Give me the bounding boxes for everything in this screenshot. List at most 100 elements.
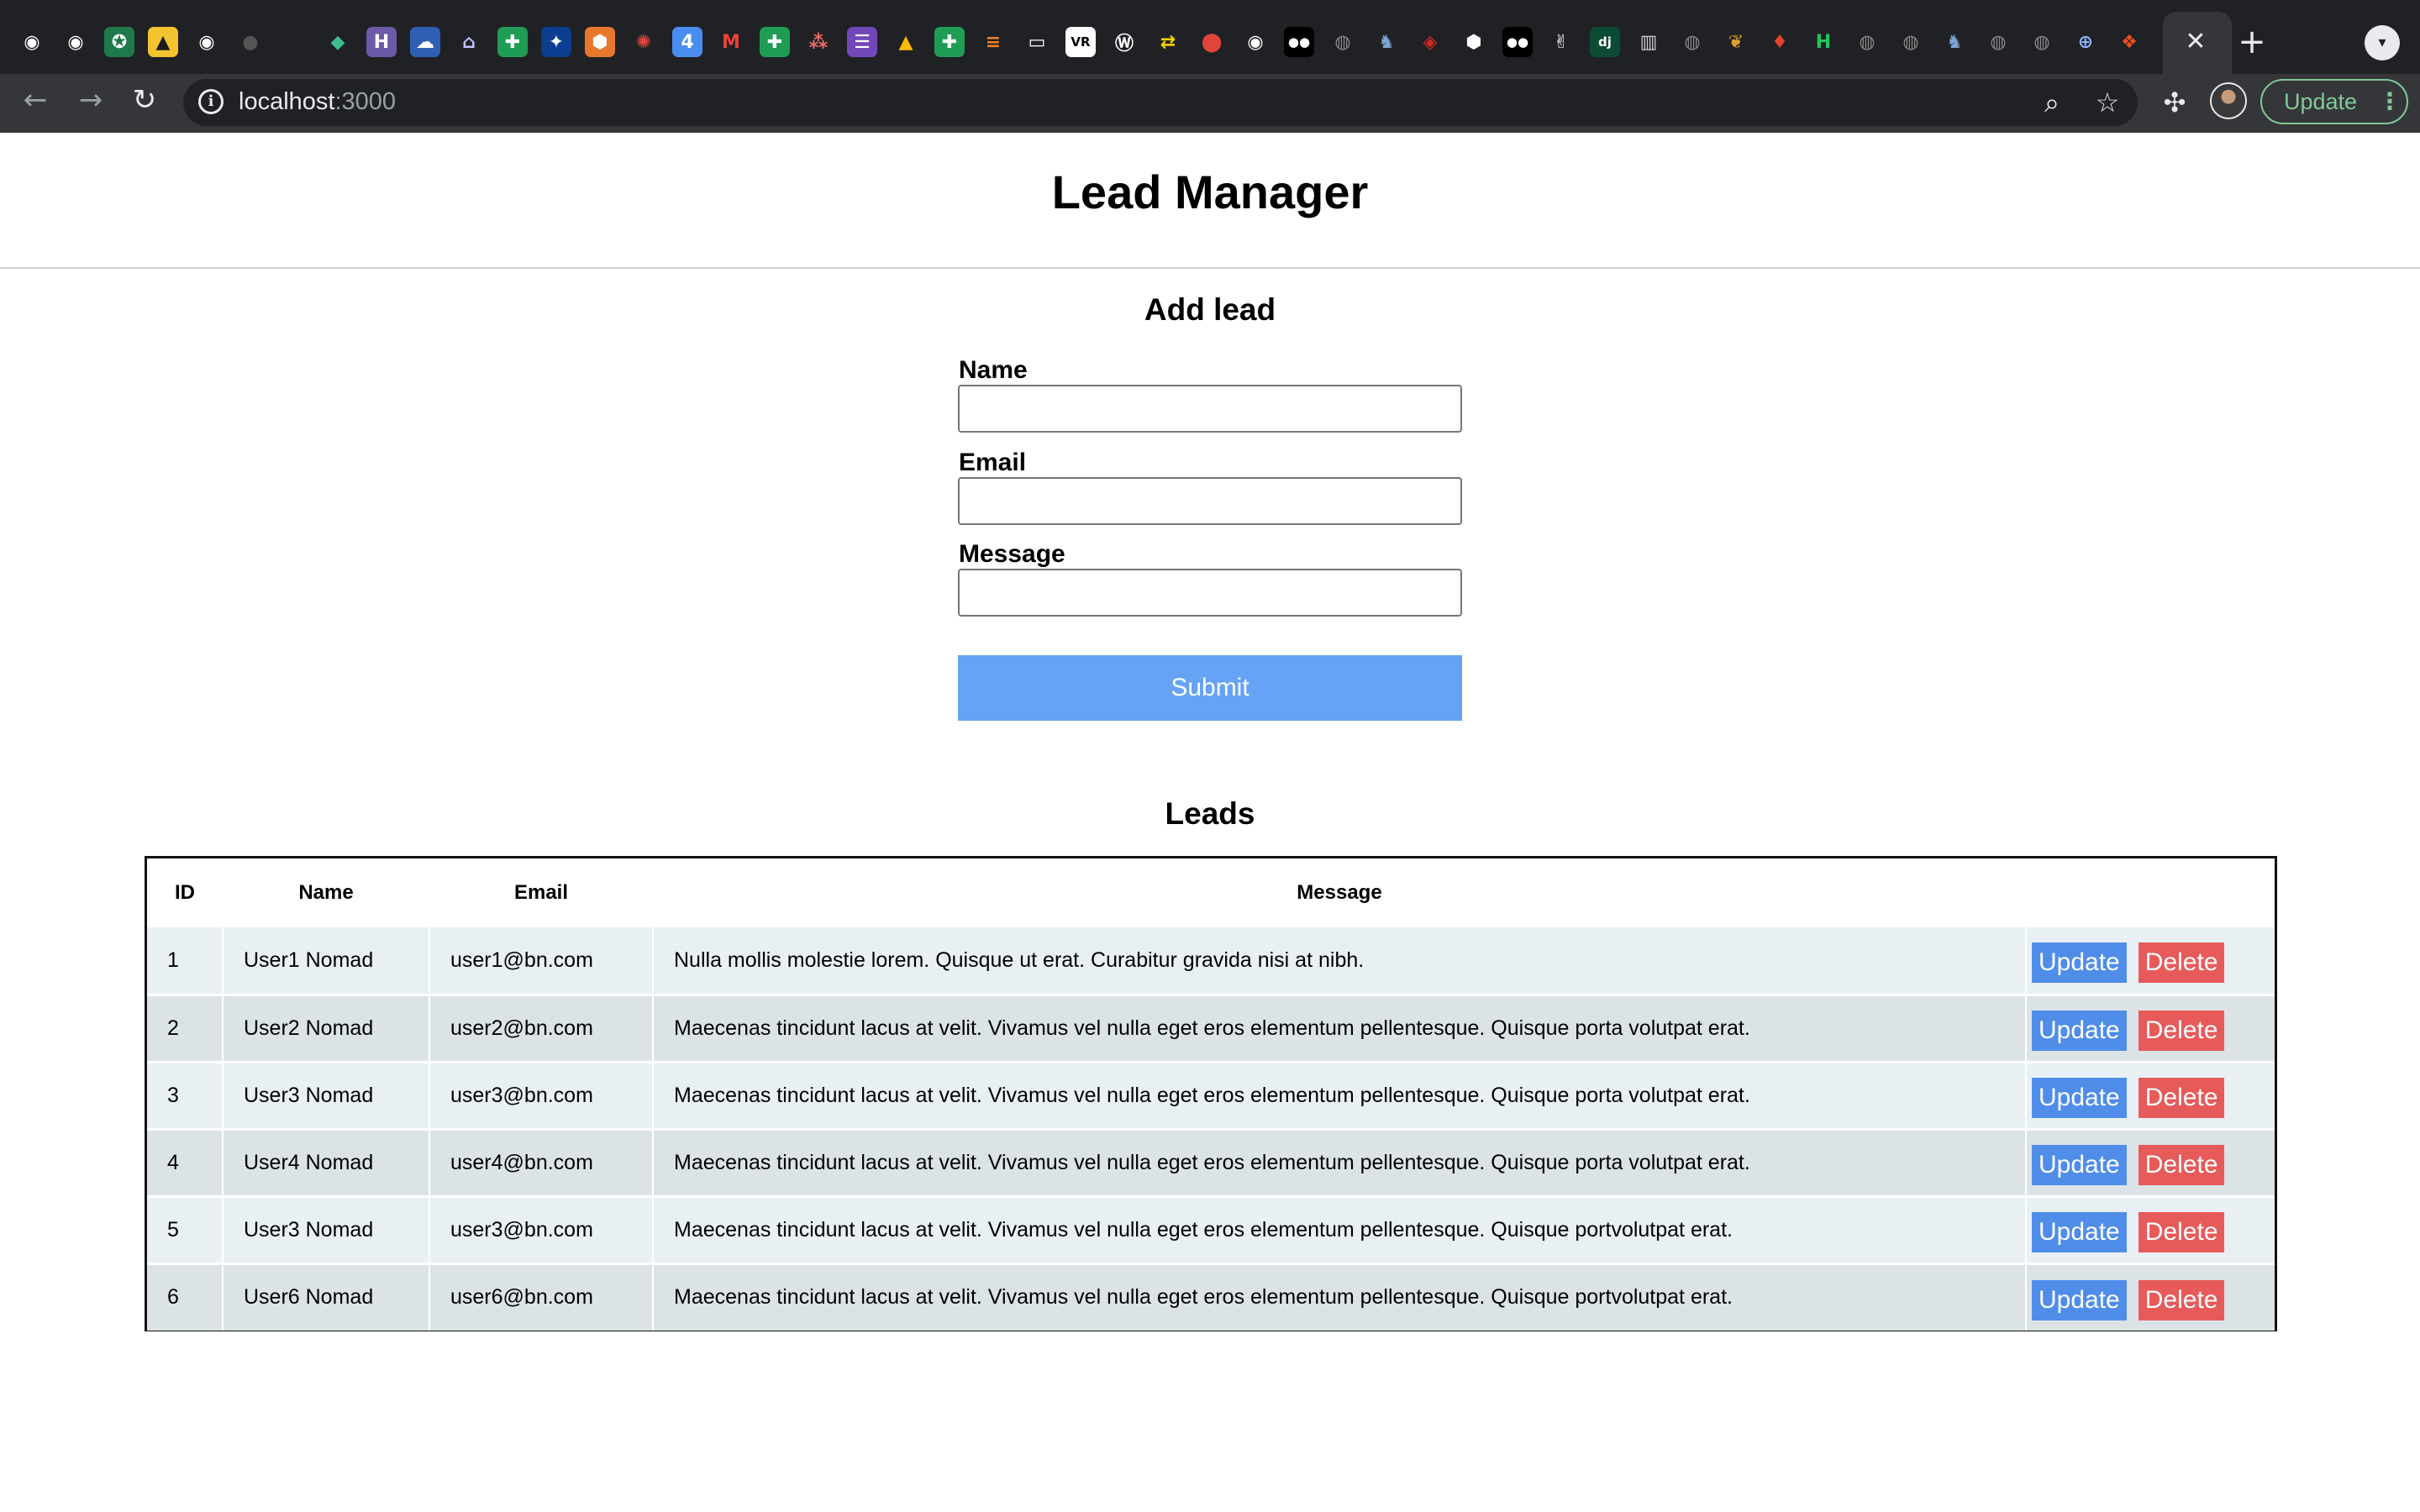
url-text[interactable]: localhost:3000: [239, 87, 396, 117]
globe-gray-icon[interactable]: ◍: [1677, 27, 1707, 57]
update-button[interactable]: Update: [2032, 942, 2127, 984]
update-button[interactable]: Update: [2032, 1145, 2127, 1185]
globe-gray-icon[interactable]: ◍: [1896, 27, 1926, 57]
email-label: Email: [959, 449, 1027, 476]
wordpress-icon[interactable]: Ⓦ: [1109, 27, 1139, 57]
update-button[interactable]: Update: [2032, 1011, 2127, 1051]
globe-gray-icon[interactable]: ◍: [2027, 27, 2057, 57]
medium-icon[interactable]: ●●: [1502, 27, 1533, 57]
github-icon[interactable]: ◉: [17, 27, 47, 57]
figma-icon[interactable]: ❖: [2114, 27, 2144, 57]
dark-circle-icon[interactable]: ●: [235, 27, 266, 57]
table-row: 4 User4 Nomad user4@bn.com Maecenas tinc…: [147, 1127, 2275, 1196]
vr-icon[interactable]: VR: [1065, 27, 1096, 57]
message-input[interactable]: [958, 569, 1462, 617]
bookmark-star-icon[interactable]: ☆: [2089, 84, 2126, 121]
profile-avatar[interactable]: [2210, 82, 2247, 119]
delete-button[interactable]: Delete: [2138, 1145, 2225, 1185]
update-button[interactable]: Update: [2032, 1078, 2127, 1118]
globe-blue-icon[interactable]: ⊕: [2070, 27, 2101, 57]
package-icon[interactable]: ⬢: [585, 27, 615, 57]
extensions-puzzle-icon[interactable]: ✣: [2156, 84, 2193, 121]
shuffle-icon[interactable]: ⇄: [1153, 27, 1183, 57]
table-row: 5 User3 Nomad user3@bn.com Maecenas tinc…: [147, 1194, 2275, 1263]
update-button[interactable]: Update: [2032, 1279, 2127, 1320]
delete-button[interactable]: Delete: [2138, 942, 2225, 984]
submit-button[interactable]: Submit: [958, 655, 1462, 721]
delete-button[interactable]: Delete: [2138, 1078, 2225, 1118]
starbucks-icon[interactable]: ✪: [104, 27, 134, 57]
github-icon[interactable]: ◉: [1240, 27, 1270, 57]
url-host: localhost: [239, 88, 335, 115]
back-arrow-icon[interactable]: ←: [17, 82, 54, 119]
nasa-icon[interactable]: ✦: [541, 27, 571, 57]
close-tab-icon[interactable]: ✕: [2175, 25, 2217, 59]
update-button[interactable]: Update: [2032, 1212, 2127, 1252]
cell-email: user3@bn.com: [429, 1060, 654, 1129]
cell-actions: Update Delete: [2026, 1194, 2275, 1263]
redpin-icon[interactable]: ⬤: [1197, 27, 1227, 57]
gmail-icon[interactable]: M: [716, 27, 746, 57]
github-icon[interactable]: ◉: [192, 27, 222, 57]
forward-arrow-icon[interactable]: →: [72, 82, 109, 119]
cell-id: 1: [147, 927, 224, 995]
diamond-icon[interactable]: ◆: [323, 27, 353, 57]
cell-name: User3 Nomad: [223, 1060, 430, 1129]
github-icon[interactable]: ◉: [60, 27, 91, 57]
reload-icon[interactable]: ↻: [126, 82, 163, 119]
browser-menu-icon[interactable]: ⋮: [2378, 81, 2402, 123]
drive-icon[interactable]: ▲: [891, 27, 921, 57]
calendar-icon[interactable]: 4: [672, 27, 702, 57]
page-title: Lead Manager: [1051, 165, 1369, 218]
gitlab-icon[interactable]: ♦: [1765, 27, 1795, 57]
cell-id: 4: [147, 1127, 224, 1196]
name-input[interactable]: [958, 385, 1462, 433]
cell-message: Maecenas tincidunt lacus at velit. Vivam…: [653, 993, 2027, 1062]
site-info-icon[interactable]: i: [198, 89, 224, 114]
column-header-message: Message: [1297, 881, 1382, 904]
cloud-icon[interactable]: ☁: [410, 27, 440, 57]
email-input[interactable]: [958, 477, 1462, 525]
delete-button[interactable]: Delete: [2138, 1011, 2225, 1051]
hand-icon[interactable]: ✌: [1546, 27, 1576, 57]
globe-gray-icon[interactable]: ◍: [1983, 27, 2013, 57]
delete-button[interactable]: Delete: [2138, 1212, 2225, 1252]
sheets-icon[interactable]: ✚: [497, 27, 528, 57]
blank-tab-icon[interactable]: ·: [279, 27, 309, 57]
chat-icon[interactable]: ▭: [1022, 27, 1052, 57]
medium-icon[interactable]: ●●: [1284, 27, 1314, 57]
africa-icon[interactable]: ❦: [1721, 27, 1751, 57]
table-row: 1 User1 Nomad user1@bn.com Nulla mollis …: [147, 927, 2275, 995]
heroku-icon[interactable]: H: [366, 27, 397, 57]
delete-button[interactable]: Delete: [2138, 1279, 2225, 1320]
cell-email: user4@bn.com: [429, 1127, 654, 1196]
sheets-icon[interactable]: ✚: [760, 27, 790, 57]
sheets-icon[interactable]: ✚: [934, 27, 965, 57]
arch-icon[interactable]: ⌂: [454, 27, 484, 57]
address-bar[interactable]: [183, 79, 2138, 126]
cell-name: User2 Nomad: [223, 993, 430, 1062]
globe-gray-icon[interactable]: ◍: [1852, 27, 1882, 57]
postgres-icon[interactable]: ♞: [1371, 27, 1402, 57]
globe-gray-icon[interactable]: ◍: [1328, 27, 1358, 57]
book-icon[interactable]: ▥: [1634, 27, 1664, 57]
hi-icon[interactable]: H: [1808, 27, 1839, 57]
zoom-icon[interactable]: ⌕: [2033, 84, 2070, 121]
new-tab-icon[interactable]: +: [2232, 24, 2272, 60]
tab-favicons: ◉ ◉ ✪ ▲ ◉ ● · ◆ H ☁ ⌂ ✚ ✦ ⬢ ✺ 4 M ✚ ⁂ ☰ ▲ ✚ ≡ ▭ VR Ⓦ ⇄ ⬤ ◉ ●● ◍ ♞ ◈ ⬢ ●● ✌ d…: [17, 22, 2202, 62]
image-icon[interactable]: ▲: [148, 27, 178, 57]
browser-tab-strip: ◉ ◉ ✪ ▲ ◉ ● · ◆ H ☁ ⌂ ✚ ✦ ⬢ ✺ 4 M ✚ ⁂ ☰ ▲ ✚ ≡ ▭ VR Ⓦ ⇄ ⬤ ◉ ●● ◍ ♞ ◈ ⬢ ●● ✌ d…: [0, 0, 2420, 74]
gear-red-icon[interactable]: ✺: [629, 27, 659, 57]
cell-id: 5: [147, 1194, 224, 1263]
cell-message: Maecenas tincidunt lacus at velit. Vivam…: [653, 1127, 2027, 1196]
asana-icon[interactable]: ⁂: [803, 27, 834, 57]
redis-icon[interactable]: ◈: [1415, 27, 1445, 57]
hexagon-icon[interactable]: ⬢: [1459, 27, 1489, 57]
tab-search-icon[interactable]: ▾: [2365, 25, 2400, 60]
postgres-icon[interactable]: ♞: [1939, 27, 1970, 57]
forms-icon[interactable]: ☰: [847, 27, 877, 57]
stackoverflow-icon[interactable]: ≡: [978, 27, 1008, 57]
leads-title: Leads: [1165, 796, 1255, 831]
django-icon[interactable]: dj: [1590, 27, 1620, 57]
cell-actions: Update Delete: [2026, 1262, 2275, 1331]
